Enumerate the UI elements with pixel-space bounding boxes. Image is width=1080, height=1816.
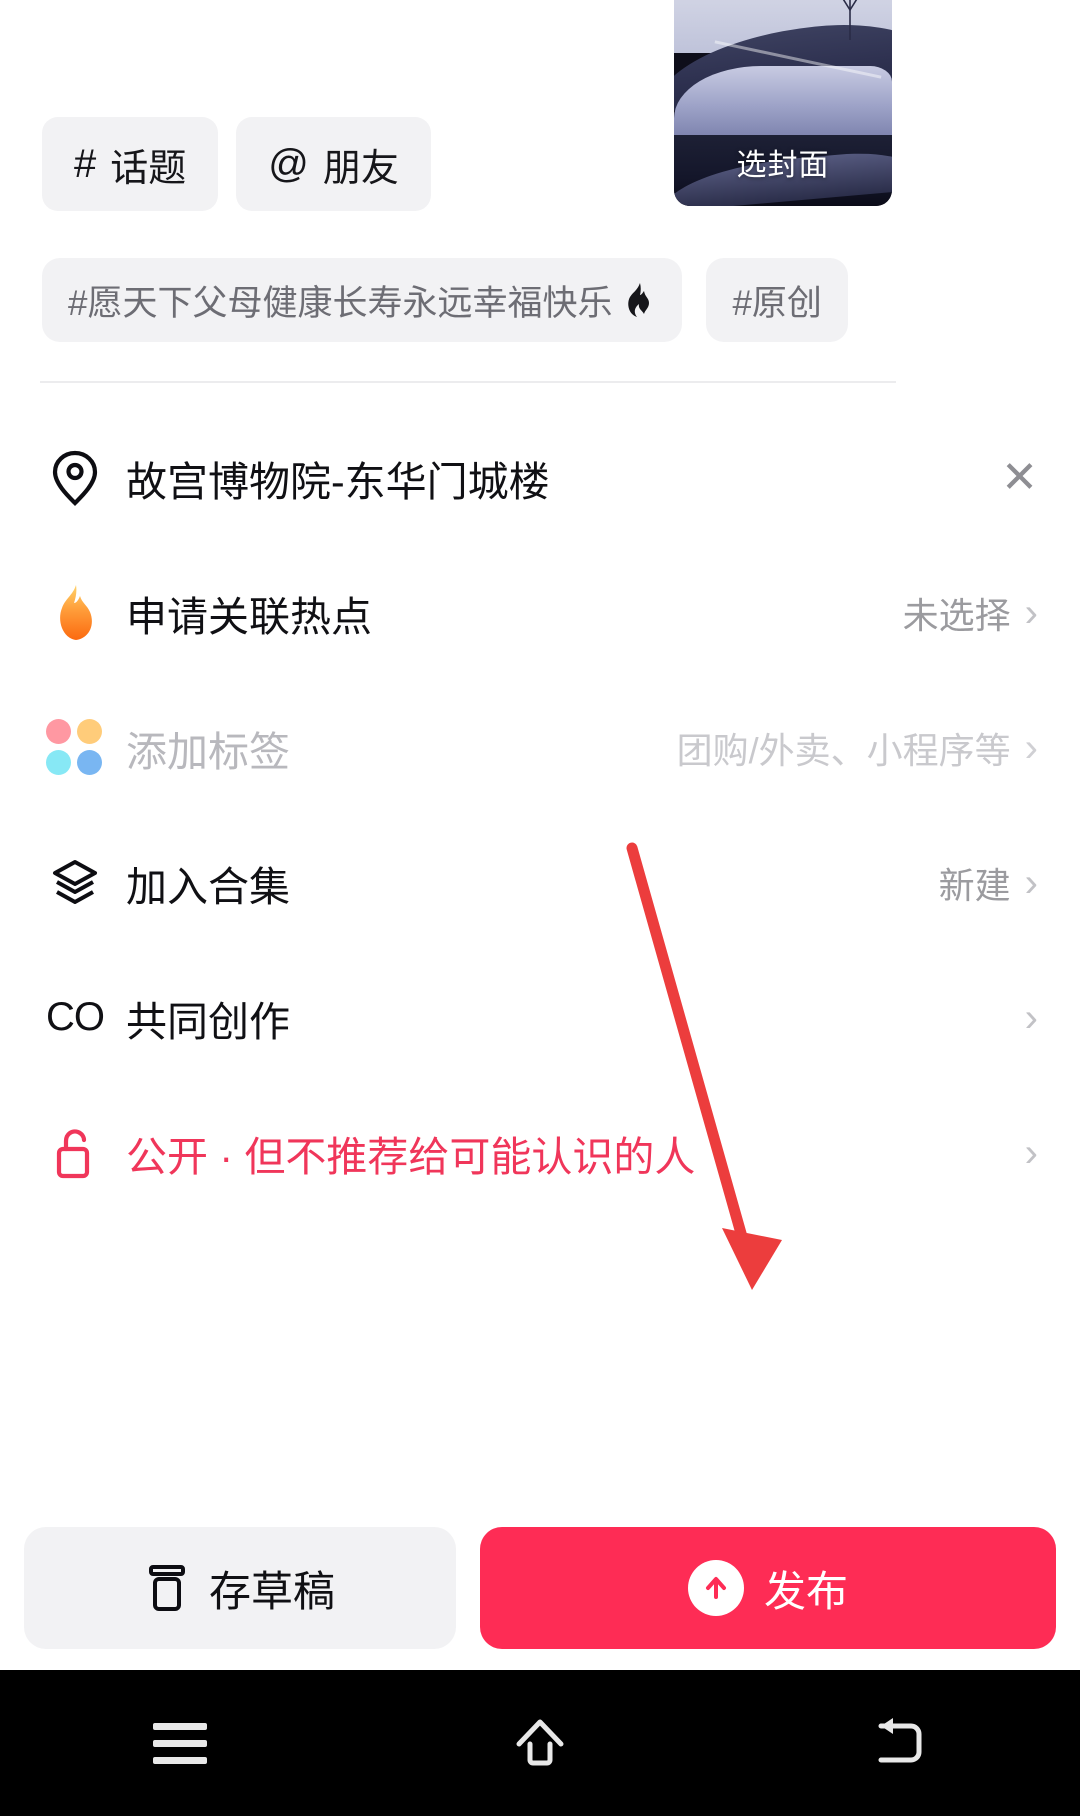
layers-icon <box>42 850 108 916</box>
chevron-right-icon: › <box>1024 995 1038 1040</box>
row-coauthor[interactable]: CO 共同创作 › <box>0 950 1080 1085</box>
chevron-right-icon: › <box>1024 860 1038 905</box>
chevron-right-icon: › <box>1024 1130 1038 1175</box>
row-privacy-label: 公开 · 但不推荐给可能认识的人 <box>126 1133 696 1180</box>
row-hotspot[interactable]: 申请关联热点 未选择 › <box>0 545 1080 680</box>
save-draft-label: 存草稿 <box>208 1567 335 1615</box>
co-icon: CO <box>42 985 108 1051</box>
hashtag-suggestion-text: #愿天下父母健康长寿永远幸福快乐 <box>68 283 613 323</box>
topic-chip[interactable]: # 话题 <box>42 117 219 211</box>
hashtag-suggestion-item[interactable]: #原创 <box>706 258 848 342</box>
mention-chip-label: 朋友 <box>322 147 399 190</box>
close-icon[interactable]: ✕ <box>1001 455 1038 500</box>
post-publish-screen: 选封面 # 话题 @ 朋友 #愿天下父母健康长寿永远幸福快乐 #原创 故宫博物院… <box>0 0 1080 1816</box>
chevron-right-icon: › <box>1024 590 1038 635</box>
mention-chip[interactable]: @ 朋友 <box>236 117 431 211</box>
row-add-tag-value: 团购/外卖、小程序等 <box>676 729 1011 771</box>
row-location[interactable]: 故宫博物院-东华门城楼 ✕ <box>0 410 1080 545</box>
cover-label: 选封面 <box>736 149 830 182</box>
hashtag-suggestion-text: #原创 <box>732 283 822 323</box>
publish-arrow-icon <box>687 1560 744 1616</box>
row-hotspot-value: 未选择 <box>902 594 1011 636</box>
section-divider <box>40 381 896 383</box>
cover-thumbnail[interactable]: 选封面 <box>674 0 892 206</box>
recents-button[interactable] <box>90 1670 270 1816</box>
hashtag-suggestion-row[interactable]: #愿天下父母健康长寿永远幸福快乐 #原创 <box>42 258 1080 342</box>
row-collection-label: 加入合集 <box>126 863 290 910</box>
row-collection[interactable]: 加入合集 新建 › <box>0 815 1080 950</box>
recents-icon <box>153 1713 207 1774</box>
back-icon <box>878 1718 922 1763</box>
publish-button[interactable]: 发布 <box>480 1527 1056 1649</box>
row-hotspot-label: 申请关联热点 <box>126 593 372 640</box>
unlock-icon <box>42 1120 108 1186</box>
row-add-tag-label: 添加标签 <box>126 728 290 775</box>
home-button[interactable] <box>450 1670 630 1816</box>
bottom-action-bar: 存草稿 发布 <box>0 1508 1080 1668</box>
tree-silhouette-icon <box>842 0 858 40</box>
chevron-right-icon: › <box>1024 725 1038 770</box>
publish-options-list: 故宫博物院-东华门城楼 ✕ 申请关联热点 未选择 › 添加标签 团购/外卖、小程… <box>0 410 1080 1220</box>
color-dots-icon <box>42 715 108 781</box>
flame-icon <box>42 580 108 646</box>
row-collection-value: 新建 <box>938 864 1011 906</box>
row-add-tag[interactable]: 添加标签 团购/外卖、小程序等 › <box>0 680 1080 815</box>
hash-icon: # <box>74 141 97 186</box>
at-icon: @ <box>268 141 309 186</box>
android-nav-bar <box>0 1670 1080 1816</box>
back-button[interactable] <box>810 1670 990 1816</box>
composer-action-chips: # 话题 @ 朋友 <box>42 117 431 211</box>
save-draft-button[interactable]: 存草稿 <box>24 1527 456 1649</box>
draft-box-icon <box>148 1565 185 1611</box>
row-coauthor-label: 共同创作 <box>126 998 290 1045</box>
hashtag-suggestion-item[interactable]: #愿天下父母健康长寿永远幸福快乐 <box>42 258 683 342</box>
row-location-label: 故宫博物院-东华门城楼 <box>126 458 550 505</box>
flame-icon <box>628 283 650 317</box>
row-privacy[interactable]: 公开 · 但不推荐给可能认识的人 › <box>0 1085 1080 1220</box>
publish-label: 发布 <box>763 1567 848 1615</box>
co-icon-text: CO <box>46 995 105 1039</box>
topic-chip-label: 话题 <box>110 147 187 190</box>
home-icon <box>516 1719 564 1766</box>
location-pin-icon <box>42 445 108 511</box>
